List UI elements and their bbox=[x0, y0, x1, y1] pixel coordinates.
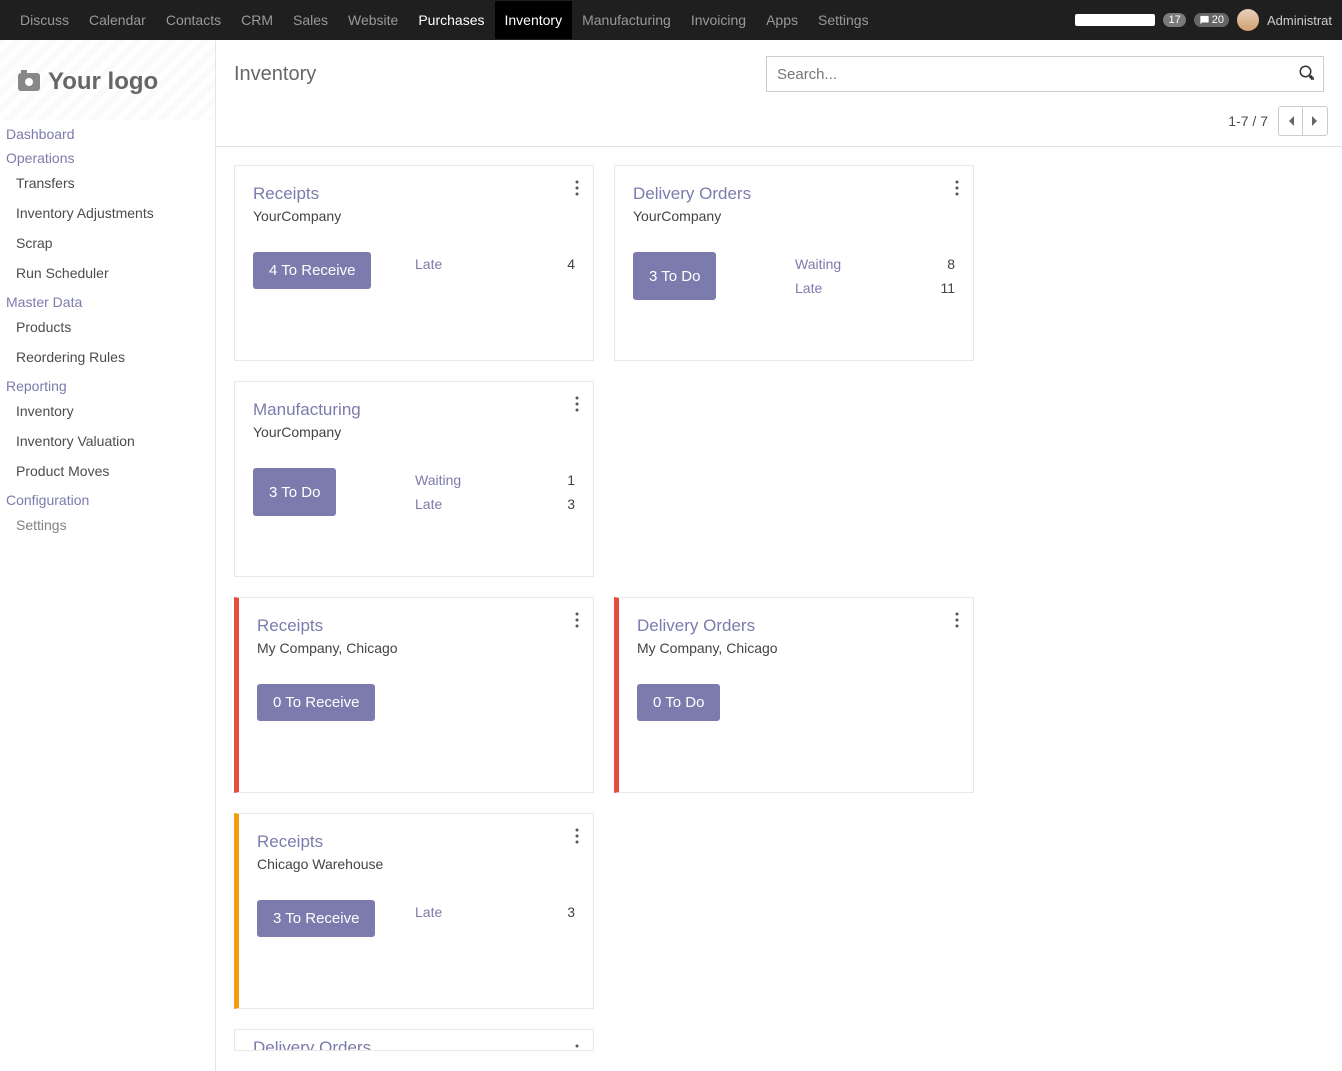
sidebar-section-reporting[interactable]: Reporting bbox=[0, 372, 215, 396]
kanban-row-3: Delivery Orders bbox=[216, 1029, 1342, 1071]
card-action-button[interactable]: 4 To Receive bbox=[253, 252, 371, 289]
nav-settings[interactable]: Settings bbox=[808, 1, 879, 39]
stat-value: 1 bbox=[567, 468, 575, 492]
logo-area[interactable]: Your logo bbox=[0, 40, 215, 120]
sidebar-section-operations[interactable]: Operations bbox=[0, 144, 215, 168]
kanban-card[interactable]: Delivery Orders bbox=[234, 1029, 594, 1051]
card-action-button[interactable]: 3 To Do bbox=[633, 252, 716, 300]
stat-value: 11 bbox=[940, 276, 955, 300]
sidebar-section-master-data[interactable]: Master Data bbox=[0, 288, 215, 312]
stat-label[interactable]: Waiting bbox=[415, 468, 461, 492]
card-title[interactable]: Delivery Orders bbox=[253, 1038, 575, 1051]
card-title[interactable]: Manufacturing bbox=[253, 400, 575, 420]
nav-invoicing[interactable]: Invoicing bbox=[681, 1, 756, 39]
card-title[interactable]: Receipts bbox=[257, 616, 575, 636]
kanban-row-2: Receipts My Company, Chicago 0 To Receive D… bbox=[216, 597, 1342, 1029]
sidebar-item-reordering-rules[interactable]: Reordering Rules bbox=[0, 342, 215, 372]
user-name[interactable]: Administrat bbox=[1267, 13, 1332, 28]
nav-manufacturing[interactable]: Manufacturing bbox=[572, 1, 681, 39]
nav-apps[interactable]: Apps bbox=[756, 1, 808, 39]
kanban-card[interactable]: Receipts My Company, Chicago 0 To Receive bbox=[234, 597, 594, 793]
card-action-button[interactable]: 0 To Do bbox=[637, 684, 720, 721]
card-action-button[interactable]: 0 To Receive bbox=[257, 684, 375, 721]
stat-value: 3 bbox=[567, 900, 575, 924]
sidebar-item-product-moves[interactable]: Product Moves bbox=[0, 456, 215, 486]
stat-label[interactable]: Late bbox=[415, 252, 442, 276]
sidebar-item-inventory-adjustments[interactable]: Inventory Adjustments bbox=[0, 198, 215, 228]
nav-website[interactable]: Website bbox=[338, 1, 408, 39]
pager-prev[interactable] bbox=[1279, 107, 1303, 135]
nav-discuss[interactable]: Discuss bbox=[10, 1, 79, 39]
logo-text: Your logo bbox=[48, 68, 158, 96]
kanban-card[interactable]: Delivery Orders My Company, Chicago 0 To D… bbox=[614, 597, 974, 793]
pager-next[interactable] bbox=[1303, 107, 1327, 135]
card-menu-icon[interactable] bbox=[575, 1044, 579, 1051]
card-menu-icon[interactable] bbox=[955, 612, 959, 628]
card-menu-icon[interactable] bbox=[955, 180, 959, 196]
stat-label[interactable]: Waiting bbox=[795, 252, 841, 276]
sidebar: Your logo Dashboard Operations Transfers… bbox=[0, 40, 216, 1071]
nav-calendar[interactable]: Calendar bbox=[79, 1, 156, 39]
sidebar-item-products[interactable]: Products bbox=[0, 312, 215, 342]
card-action-button[interactable]: 3 To Receive bbox=[257, 900, 375, 937]
kanban-card[interactable]: Manufacturing YourCompany 3 To Do Waiting 1 L… bbox=[234, 381, 594, 577]
card-subtitle: Chicago Warehouse bbox=[257, 856, 575, 872]
stat-label[interactable]: Late bbox=[795, 276, 822, 300]
kanban-card[interactable]: Delivery Orders YourCompany 3 To Do Waiting… bbox=[614, 165, 974, 361]
notification-badge[interactable]: 17 bbox=[1163, 13, 1185, 27]
card-subtitle: My Company, Chicago bbox=[637, 640, 955, 656]
nav-purchases[interactable]: Purchases bbox=[408, 1, 494, 39]
card-menu-icon[interactable] bbox=[575, 180, 579, 196]
nav-sales[interactable]: Sales bbox=[283, 1, 338, 39]
sidebar-item-inventory-valuation[interactable]: Inventory Valuation bbox=[0, 426, 215, 456]
stat-label[interactable]: Late bbox=[415, 492, 442, 516]
avatar[interactable] bbox=[1237, 9, 1259, 31]
sidebar-section-dashboard[interactable]: Dashboard bbox=[0, 120, 215, 144]
kanban-card[interactable]: Receipts YourCompany 4 To Receive Late 4 bbox=[234, 165, 594, 361]
card-subtitle: YourCompany bbox=[633, 208, 955, 224]
pager-text: 1-7 / 7 bbox=[1228, 113, 1268, 129]
stat-label[interactable]: Late bbox=[415, 900, 442, 924]
sidebar-item-scrap[interactable]: Scrap bbox=[0, 228, 215, 258]
sidebar-item-settings[interactable]: Settings bbox=[0, 510, 215, 540]
nav-crm[interactable]: CRM bbox=[231, 1, 283, 39]
search-icon[interactable] bbox=[1298, 64, 1316, 87]
stat-value: 3 bbox=[567, 492, 575, 516]
card-menu-icon[interactable] bbox=[575, 828, 579, 844]
card-title[interactable]: Receipts bbox=[253, 184, 575, 204]
card-subtitle: YourCompany bbox=[253, 208, 575, 224]
nav-inventory[interactable]: Inventory bbox=[495, 1, 573, 39]
kanban-card[interactable]: Receipts Chicago Warehouse 3 To Receive Lat… bbox=[234, 813, 594, 1009]
card-subtitle: My Company, Chicago bbox=[257, 640, 575, 656]
card-menu-icon[interactable] bbox=[575, 396, 579, 412]
messages-badge[interactable]: 20 bbox=[1194, 13, 1229, 27]
sidebar-section-configuration[interactable]: Configuration bbox=[0, 486, 215, 510]
sidebar-item-run-scheduler[interactable]: Run Scheduler bbox=[0, 258, 215, 288]
top-nav-links: Discuss Calendar Contacts CRM Sales Webs… bbox=[10, 1, 879, 39]
progress-bar[interactable] bbox=[1075, 14, 1155, 26]
card-action-button[interactable]: 3 To Do bbox=[253, 468, 336, 516]
search-input[interactable] bbox=[766, 56, 1324, 92]
kanban-row-1: Receipts YourCompany 4 To Receive Late 4 Deli… bbox=[216, 165, 1342, 597]
card-title[interactable]: Receipts bbox=[257, 832, 575, 852]
camera-icon bbox=[18, 73, 40, 91]
card-menu-icon[interactable] bbox=[575, 612, 579, 628]
page-title: Inventory bbox=[234, 63, 316, 86]
sidebar-item-transfers[interactable]: Transfers bbox=[0, 168, 215, 198]
topbar-right: 17 20 Administrat bbox=[1075, 9, 1332, 31]
main-content: Inventory 1-7 / 7 Receipts YourCompany 4 T… bbox=[216, 40, 1342, 1071]
card-title[interactable]: Delivery Orders bbox=[637, 616, 955, 636]
messages-count: 20 bbox=[1212, 14, 1224, 26]
sidebar-item-inventory[interactable]: Inventory bbox=[0, 396, 215, 426]
card-title[interactable]: Delivery Orders bbox=[633, 184, 955, 204]
stat-value: 4 bbox=[567, 252, 575, 276]
stat-value: 8 bbox=[947, 252, 955, 276]
card-subtitle: YourCompany bbox=[253, 424, 575, 440]
top-navbar: Discuss Calendar Contacts CRM Sales Webs… bbox=[0, 0, 1342, 40]
nav-contacts[interactable]: Contacts bbox=[156, 1, 231, 39]
